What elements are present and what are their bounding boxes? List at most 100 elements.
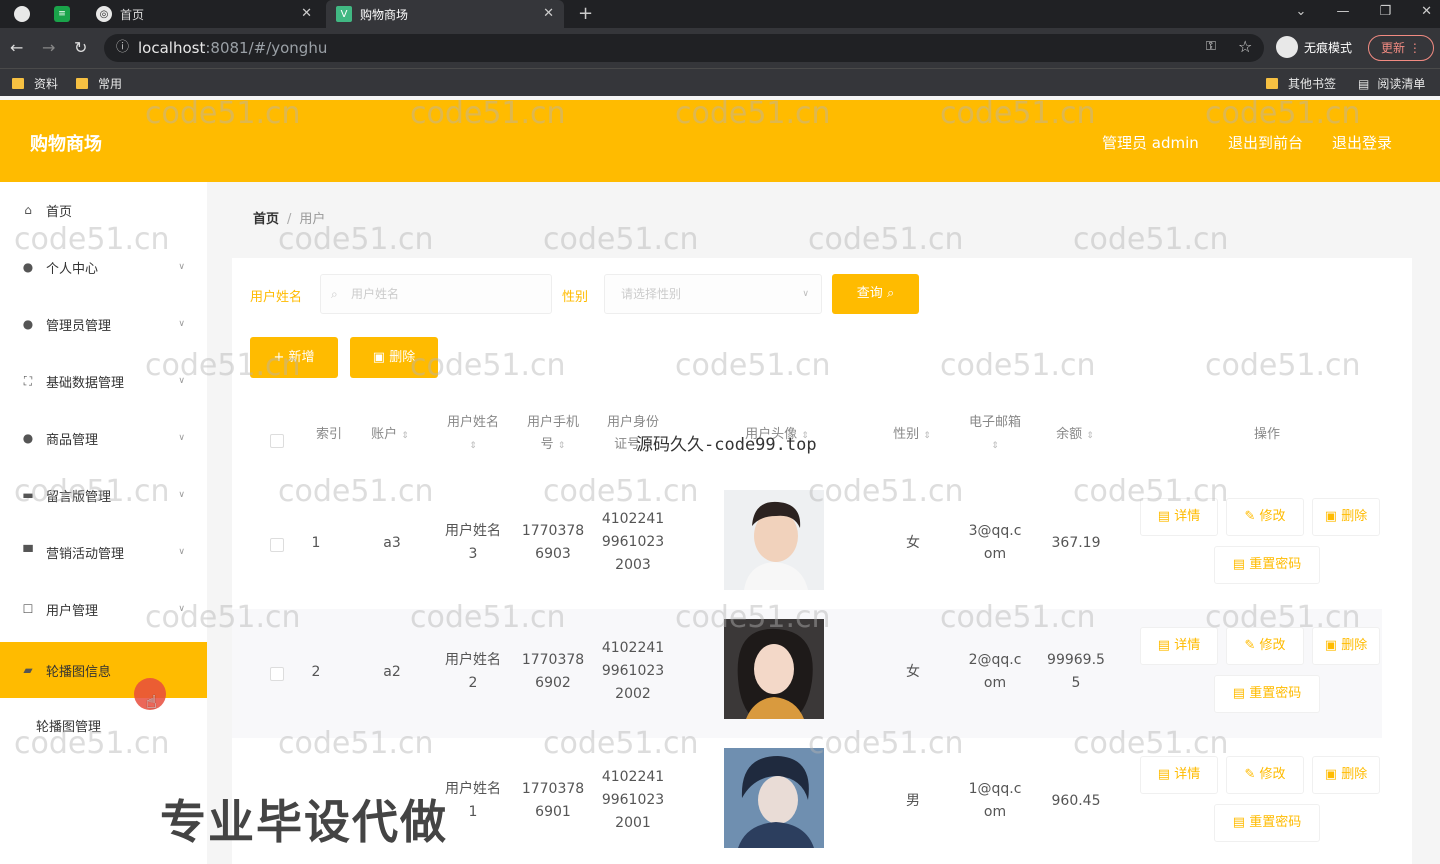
user-icon: ● — [22, 317, 34, 331]
reload-icon[interactable]: ↻ — [74, 38, 87, 57]
name-search-input[interactable]: ⌕ 用户姓名 — [320, 274, 552, 314]
th-balance[interactable]: 余额 ⇕ — [1040, 424, 1110, 447]
sidebar-item-marketing[interactable]: ▀ 营销活动管理 ∨ — [0, 524, 207, 580]
add-button[interactable]: + 新增 — [250, 337, 338, 378]
breadcrumb-home[interactable]: 首页 — [253, 212, 279, 227]
chevron-down-icon: ∨ — [178, 547, 185, 557]
cell-line: 4102241 — [601, 511, 665, 527]
th-gender[interactable]: 性别 ⇕ — [882, 424, 942, 447]
sidebar-item-label: 首页 — [46, 204, 73, 220]
globe-icon: ◎ — [96, 6, 112, 22]
sidebar-item-base-data[interactable]: ⛶ 基础数据管理 ∨ — [0, 353, 207, 409]
browser-app-icon[interactable] — [14, 6, 30, 22]
sidebar-item-carousel[interactable]: ▰ 轮播图信息 — [0, 642, 207, 698]
sidebar-item-admins[interactable]: ● 管理员管理 ∨ — [0, 296, 207, 352]
user-icon: ● — [22, 431, 34, 445]
th-label: 用户身份 — [606, 415, 659, 430]
close-icon[interactable]: ✕ — [543, 6, 554, 21]
logout-link[interactable]: 退出登录 — [1332, 132, 1392, 153]
forward-icon[interactable]: → — [42, 38, 55, 57]
op-label: 删除 — [1341, 767, 1368, 782]
row-delete-button[interactable]: ▣ 删除 — [1312, 498, 1380, 536]
user-icon: ● — [22, 260, 34, 274]
op-label: 重置密码 — [1249, 557, 1302, 572]
home-icon: ⌂ — [24, 203, 32, 217]
sidebar-item-profile[interactable]: ● 个人中心 ∨ — [0, 239, 207, 295]
op-label: 详情 — [1174, 638, 1201, 653]
cell-index: 1 — [311, 535, 321, 551]
url-input[interactable]: ⓘ localhost:8081/#/yonghu — [104, 34, 1264, 62]
row-delete-button[interactable]: ▣ 删除 — [1312, 756, 1380, 794]
incognito-indicator[interactable]: 无痕模式 — [1276, 36, 1352, 58]
to-front-link[interactable]: 退出到前台 — [1228, 132, 1303, 153]
th-name[interactable]: 用户姓名 ⇕ — [438, 412, 508, 457]
pinned-tab-icon[interactable]: ≡ — [54, 6, 70, 22]
row-checkbox[interactable] — [270, 667, 284, 681]
chevron-down-icon[interactable]: ⌄ — [1296, 4, 1307, 19]
row-delete-button[interactable]: ▣ 删除 — [1312, 627, 1380, 665]
new-tab-icon[interactable]: + — [578, 3, 593, 24]
delete-button[interactable]: ▣ 删除 — [350, 337, 438, 378]
close-window-icon[interactable]: ✕ — [1421, 4, 1432, 19]
breadcrumb-current: 用户 — [299, 212, 326, 227]
minimize-icon[interactable]: — — [1336, 4, 1349, 19]
update-label: 更新 — [1381, 41, 1406, 55]
detail-button[interactable]: ▤ 详情 — [1140, 627, 1218, 665]
sidebar-item-users[interactable]: ☐ 用户管理 ∨ — [0, 581, 207, 637]
op-label: 修改 — [1259, 638, 1286, 653]
sidebar-item-home[interactable]: ⌂ 首页 — [0, 182, 207, 238]
edit-button[interactable]: ✎ 修改 — [1226, 498, 1304, 536]
bookmark-folder-other[interactable]: 其他书签 — [1266, 75, 1336, 92]
back-icon[interactable]: ← — [10, 38, 23, 57]
cell-line: 99969.5 — [1047, 652, 1105, 668]
tab-shop[interactable]: V 购物商场 ✕ — [326, 0, 564, 28]
reading-list[interactable]: ▤ 阅读清单 — [1358, 75, 1425, 92]
row-checkbox[interactable] — [270, 538, 284, 552]
th-account[interactable]: 账户 ⇕ — [360, 424, 420, 447]
cell-line: 2003 — [615, 557, 651, 573]
bookmark-folder[interactable]: 常用 — [76, 75, 122, 92]
star-icon[interactable]: ☆ — [1238, 37, 1252, 56]
chevron-down-icon: ∨ — [178, 319, 185, 329]
sort-icon: ⇕ — [401, 431, 409, 441]
key-icon[interactable]: ⚿ — [1206, 39, 1216, 54]
doc-icon: ▤ — [1232, 815, 1246, 830]
edit-icon: ✎ — [1244, 767, 1256, 782]
th-phone[interactable]: 用户手机号 ⇕ — [518, 412, 588, 457]
detail-button[interactable]: ▤ 详情 — [1140, 756, 1218, 794]
cell-index: 2 — [311, 664, 321, 680]
select-all-checkbox[interactable] — [270, 434, 284, 448]
cell-line: om — [983, 546, 1007, 562]
sidebar-subitem-carousel-manage[interactable]: 轮播图管理 — [36, 716, 101, 735]
cell-line: 用户姓名 — [445, 523, 501, 539]
sidebar-item-messages[interactable]: ▬ 留言版管理 ∨ — [0, 467, 207, 523]
info-icon[interactable]: ⓘ — [116, 34, 129, 62]
search-icon: ⌕ — [886, 286, 895, 301]
table-row: 2 a2 用户姓名 2 1770378 6902 4102241 9961023 200… — [232, 609, 1382, 738]
close-icon[interactable]: ✕ — [301, 6, 312, 21]
message-icon: ▬ — [22, 488, 34, 502]
query-button[interactable]: 查询 ⌕ — [832, 274, 919, 314]
cell-balance: 99969.5 5 — [1040, 649, 1112, 695]
sidebar-item-label: 留言版管理 — [46, 489, 112, 505]
edit-button[interactable]: ✎ 修改 — [1226, 756, 1304, 794]
tab-home[interactable]: ◎ 首页 ✕ — [86, 0, 322, 28]
bookmark-folder[interactable]: 资料 — [12, 75, 58, 92]
detail-button[interactable]: ▤ 详情 — [1140, 498, 1218, 536]
cell-gender: 女 — [906, 664, 920, 680]
window-controls: ⌄ — ❐ ✕ — [1296, 4, 1432, 19]
sidebar-item-goods[interactable]: ● 商品管理 ∨ — [0, 410, 207, 466]
reset-password-button[interactable]: ▤ 重置密码 — [1214, 804, 1320, 842]
gender-select[interactable]: 请选择性别 ∨ — [604, 274, 822, 314]
url-path: :8081/#/yonghu — [205, 39, 328, 57]
chevron-down-icon: ∨ — [802, 289, 809, 299]
edit-button[interactable]: ✎ 修改 — [1226, 627, 1304, 665]
update-button[interactable]: 更新 ⋮ — [1368, 35, 1434, 61]
restore-icon[interactable]: ❐ — [1379, 4, 1391, 19]
monitor-icon: ▀ — [23, 545, 33, 559]
th-email[interactable]: 电子邮箱 ⇕ — [960, 412, 1030, 457]
op-label: 修改 — [1259, 767, 1286, 782]
reset-password-button[interactable]: ▤ 重置密码 — [1214, 675, 1320, 713]
th-label: 电子邮箱 — [968, 415, 1021, 430]
reset-password-button[interactable]: ▤ 重置密码 — [1214, 546, 1320, 584]
